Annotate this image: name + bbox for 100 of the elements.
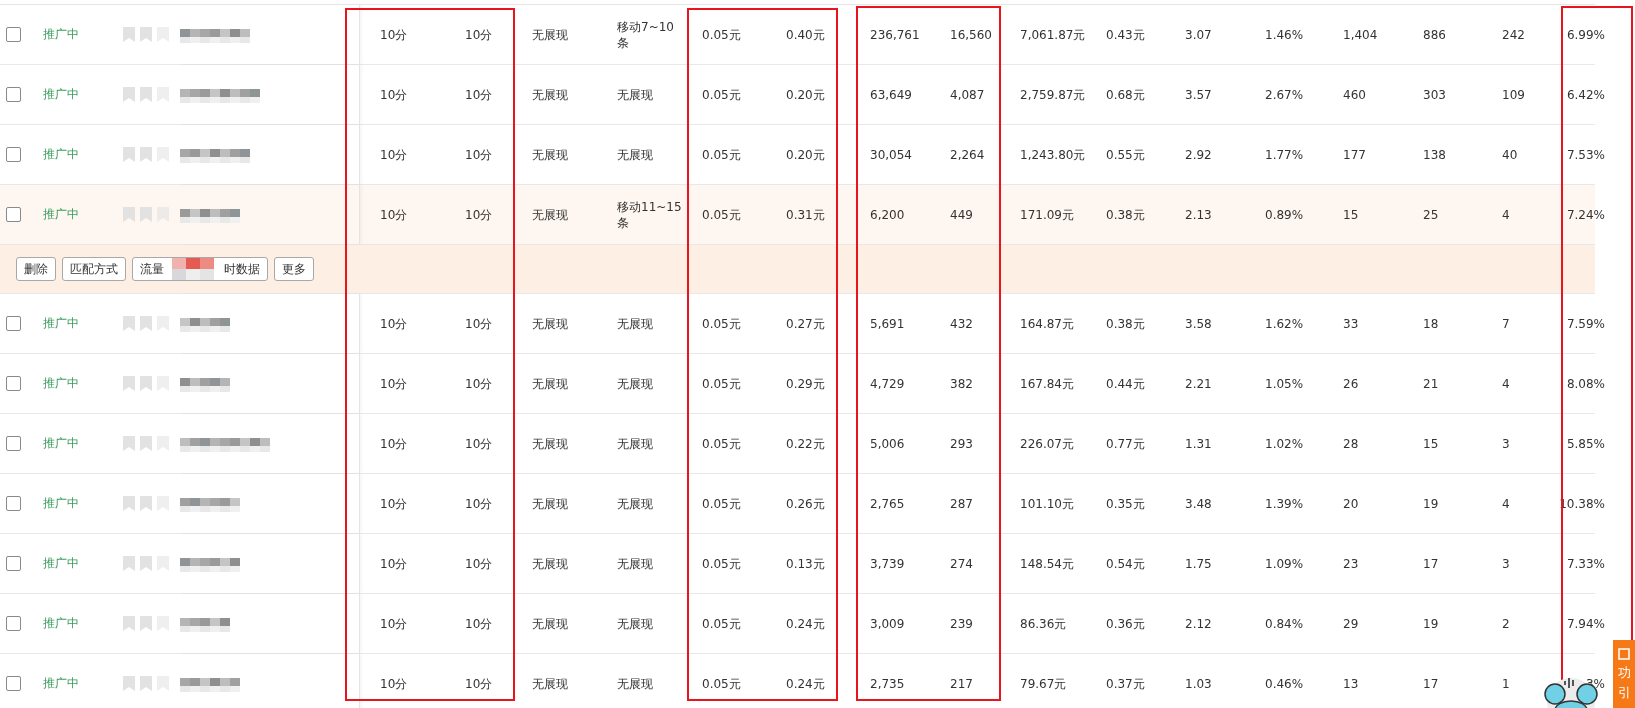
row-checkbox[interactable]	[6, 376, 21, 391]
bookmark-icon	[123, 376, 135, 391]
table-cell: 226.07元	[1020, 435, 1074, 452]
table-cell: 无展现	[532, 675, 568, 692]
table-cell: 5,691	[870, 315, 905, 332]
table-cell: 10分	[380, 375, 408, 392]
status-text: 推广中	[43, 26, 79, 43]
table-cell: 7.59%	[1566, 315, 1605, 332]
table-cell: 0.26元	[786, 495, 825, 512]
action-button[interactable]: 更多	[274, 257, 314, 281]
action-button[interactable]: 删除	[16, 257, 56, 281]
bookmark-icon	[123, 316, 135, 331]
table-cell-text: 无展现	[617, 375, 654, 392]
table-cell: 无展现	[532, 206, 568, 223]
table-cell: 2.21	[1185, 375, 1212, 392]
table-cell: 4,087	[950, 86, 985, 103]
table-cell: 0.24元	[786, 615, 825, 632]
table-cell: 20	[1343, 495, 1359, 512]
table-cell: 236,761	[870, 26, 920, 43]
table-cell: 17	[1423, 675, 1439, 692]
table-cell: 13	[1343, 675, 1359, 692]
table-cell: 无展现	[532, 315, 568, 332]
row-checkbox[interactable]	[6, 676, 21, 691]
table-cell: 0.05元	[702, 26, 741, 43]
table-cell: 10分	[465, 375, 493, 392]
table-cell: 18	[1423, 315, 1439, 332]
table-cell: 23	[1343, 555, 1359, 572]
table-cell: 242	[1502, 26, 1525, 43]
table-cell: 7.53%	[1566, 146, 1605, 163]
table-cell-text: 无展现	[617, 146, 654, 163]
table-cell: 449	[950, 206, 973, 223]
bookmark-icon	[140, 376, 152, 391]
table-cell: 3,009	[870, 615, 905, 632]
table-cell: 4	[1502, 206, 1510, 223]
table-cell: 1.77%	[1265, 146, 1304, 163]
table-cell: 101.10元	[1020, 495, 1074, 512]
bookmark-icon	[140, 87, 152, 102]
table-cell: 10分	[380, 615, 408, 632]
table-cell: 86.36元	[1020, 615, 1067, 632]
table-cell: 432	[950, 315, 973, 332]
table-cell: 167.84元	[1020, 375, 1074, 392]
table-cell: 0.89%	[1265, 206, 1304, 223]
status-text: 推广中	[43, 615, 79, 632]
table-cell: 29	[1343, 615, 1359, 632]
table-cell: 4	[1502, 495, 1510, 512]
row-checkbox[interactable]	[6, 496, 21, 511]
status-text: 推广中	[43, 206, 79, 223]
table-cell: 0.05元	[702, 615, 741, 632]
table-cell: 1	[1502, 675, 1510, 692]
bookmark-icon	[140, 207, 152, 222]
table-cell: 10分	[380, 555, 408, 572]
table-cell: 0.05元	[702, 435, 741, 452]
table-cell: 2,765	[870, 495, 905, 512]
table-cell: 3,739	[870, 555, 905, 572]
table-cell-text: 无展现	[617, 615, 654, 632]
bookmark-icon	[140, 496, 152, 511]
table-cell: 10分	[380, 435, 408, 452]
table-cell: 10分	[465, 615, 493, 632]
table-cell: 2.12	[1185, 615, 1212, 632]
row-checkbox[interactable]	[6, 207, 21, 222]
table-cell: 10分	[465, 315, 493, 332]
table-cell: 19	[1423, 615, 1439, 632]
action-button[interactable]: 流量 时数据	[132, 257, 268, 281]
table-cell: 10分	[380, 206, 408, 223]
row-checkbox[interactable]	[6, 436, 21, 451]
table-cell: 7.94%	[1566, 615, 1605, 632]
table-cell: 1.31	[1185, 435, 1212, 452]
bookmark-icon	[123, 207, 135, 222]
table-cell: 1.62%	[1265, 315, 1304, 332]
table-cell: 0.38元	[1106, 315, 1145, 332]
table-cell: 40	[1502, 146, 1518, 163]
table-cell: 0.40元	[786, 26, 825, 43]
table-cell: 0.20元	[786, 146, 825, 163]
table-cell: 16,560	[950, 26, 992, 43]
row-checkbox[interactable]	[6, 27, 21, 42]
table-cell: 7,061.87元	[1020, 26, 1086, 43]
table-cell: 26	[1343, 375, 1359, 392]
row-checkbox[interactable]	[6, 147, 21, 162]
side-tab-text: 引	[1617, 686, 1631, 700]
row-checkbox[interactable]	[6, 87, 21, 102]
table-cell: 10分	[465, 206, 493, 223]
table-cell: 0.68元	[1106, 86, 1145, 103]
table-cell: 10分	[465, 435, 493, 452]
table-cell: 3.57	[1185, 86, 1212, 103]
side-tab-text: 功	[1617, 666, 1631, 680]
bookmark-icon	[123, 496, 135, 511]
status-text: 推广中	[43, 146, 79, 163]
row-checkbox[interactable]	[6, 616, 21, 631]
row-checkbox[interactable]	[6, 316, 21, 331]
action-button[interactable]: 匹配方式	[62, 257, 126, 281]
table-cell: 0.43元	[1106, 26, 1145, 43]
row-checkbox[interactable]	[6, 556, 21, 571]
table-cell: 0.84%	[1265, 615, 1304, 632]
bookmark-icon	[123, 27, 135, 42]
table-cell: 无展现	[532, 26, 568, 43]
status-text: 推广中	[43, 435, 79, 452]
table-cell: 10分	[465, 495, 493, 512]
table-cell: 0.44元	[1106, 375, 1145, 392]
status-text: 推广中	[43, 375, 79, 392]
table-cell: 3.48	[1185, 495, 1212, 512]
